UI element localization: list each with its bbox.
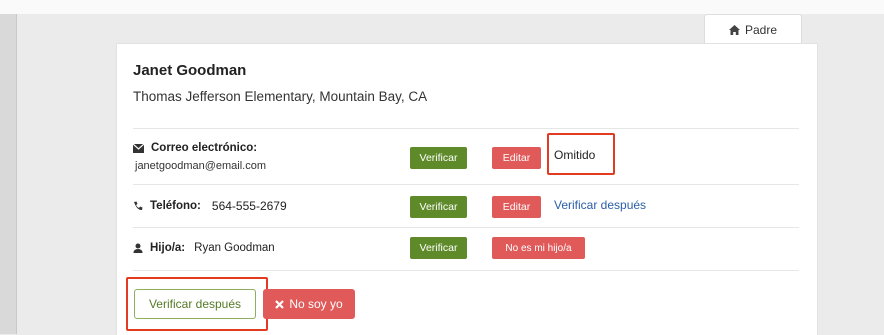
school-name: Thomas Jefferson Elementary, Mountain Ba…: [133, 89, 428, 104]
phone-icon: [133, 201, 143, 211]
verify-phone-button[interactable]: Verificar: [410, 196, 467, 218]
parent-card: Janet Goodman Thomas Jefferson Elementar…: [116, 43, 818, 335]
email-value: janetgoodman@email.com: [135, 160, 267, 172]
divider: [133, 270, 799, 271]
email-row: Correo electrónico: janetgoodman@email.c…: [133, 128, 799, 184]
edit-email-button[interactable]: Editar: [492, 147, 541, 169]
phone-label-wrap: Teléfono: 564-555-2679: [133, 199, 287, 213]
verify-later-link[interactable]: Verificar después: [554, 198, 646, 212]
child-label: Hijo/a:: [150, 242, 186, 254]
phone-label: Teléfono:: [150, 200, 201, 212]
tab-padre[interactable]: Padre: [704, 14, 802, 45]
verify-email-button[interactable]: Verificar: [410, 147, 467, 169]
email-label-wrap: Correo electrónico:: [133, 142, 257, 154]
tab-padre-label: Padre: [744, 23, 778, 37]
close-icon: [275, 299, 285, 309]
verify-child-button[interactable]: Verificar: [410, 237, 467, 259]
parent-name: Janet Goodman: [133, 62, 247, 79]
phone-row: Teléfono: 564-555-2679 Verificar Editar …: [133, 184, 799, 227]
not-my-child-button[interactable]: No es mi hijo/a: [492, 237, 585, 259]
child-row: Hijo/a: Ryan Goodman Verificar No es mi …: [133, 227, 799, 270]
not-me-button[interactable]: No soy yo: [263, 289, 355, 319]
not-me-button-label: No soy yo: [289, 297, 343, 311]
user-icon: [133, 243, 143, 253]
left-sidebar-rail: [0, 14, 17, 334]
envelope-icon: [133, 143, 144, 153]
top-cropped-strip: [0, 0, 884, 14]
email-label: Correo electrónico:: [151, 142, 258, 154]
home-icon: [728, 25, 740, 35]
child-label-wrap: Hijo/a: Ryan Goodman: [133, 242, 275, 254]
edit-phone-button[interactable]: Editar: [492, 196, 541, 218]
child-value: Ryan Goodman: [194, 242, 275, 254]
highlight-box-verify-later: [126, 277, 268, 331]
highlight-box-status: [547, 133, 615, 175]
phone-value: 564-555-2679: [211, 199, 287, 213]
